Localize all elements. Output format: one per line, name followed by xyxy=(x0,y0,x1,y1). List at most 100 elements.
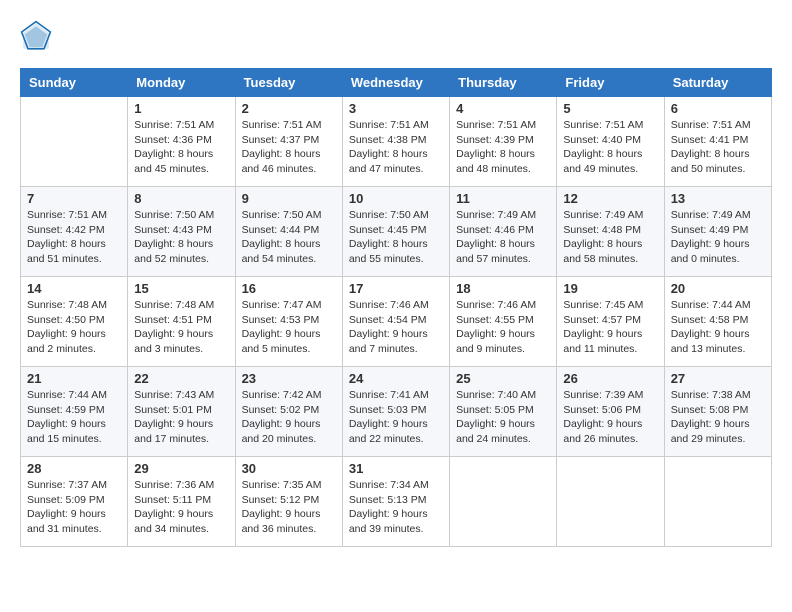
calendar-cell: 25 Sunrise: 7:40 AM Sunset: 5:05 PM Dayli… xyxy=(450,367,557,457)
week-row-5: 28Sunrise: 7:37 AM Sunset: 5:09 PM Dayli… xyxy=(21,457,772,547)
day-number: 21 xyxy=(27,371,121,386)
day-info: Sunrise: 7:51 AM Sunset: 4:40 PM Dayligh… xyxy=(563,118,657,177)
day-number: 19 xyxy=(563,281,657,296)
calendar-cell: 27Sunrise: 7:38 AM Sunset: 5:08 PM Dayli… xyxy=(664,367,771,457)
calendar-cell: 3 Sunrise: 7:51 AM Sunset: 4:38 PM Daylig… xyxy=(342,97,449,187)
day-info: Sunrise: 7:37 AM Sunset: 5:09 PM Dayligh… xyxy=(27,478,121,537)
day-number: 14 xyxy=(27,281,121,296)
week-row-3: 14 Sunrise: 7:48 AM Sunset: 4:50 PM Dayli… xyxy=(21,277,772,367)
day-info: Sunrise: 7:41 AM Sunset: 5:03 PM Dayligh… xyxy=(349,388,443,447)
day-number: 4 xyxy=(456,101,550,116)
calendar-cell: 22 Sunrise: 7:43 AM Sunset: 5:01 PM Dayli… xyxy=(128,367,235,457)
day-number: 12 xyxy=(563,191,657,206)
calendar-cell: 12Sunrise: 7:49 AM Sunset: 4:48 PM Dayli… xyxy=(557,187,664,277)
calendar-cell: 29 Sunrise: 7:36 AM Sunset: 5:11 PM Dayli… xyxy=(128,457,235,547)
day-number: 31 xyxy=(349,461,443,476)
day-info: Sunrise: 7:48 AM Sunset: 4:50 PM Dayligh… xyxy=(27,298,121,357)
weekday-header-saturday: Saturday xyxy=(664,69,771,97)
weekday-header-monday: Monday xyxy=(128,69,235,97)
day-info: Sunrise: 7:51 AM Sunset: 4:38 PM Dayligh… xyxy=(349,118,443,177)
calendar-cell: 31Sunrise: 7:34 AM Sunset: 5:13 PM Dayli… xyxy=(342,457,449,547)
day-number: 13 xyxy=(671,191,765,206)
week-row-2: 7 Sunrise: 7:51 AM Sunset: 4:42 PM Daylig… xyxy=(21,187,772,277)
day-info: Sunrise: 7:51 AM Sunset: 4:42 PM Dayligh… xyxy=(27,208,121,267)
calendar-cell: 19 Sunrise: 7:45 AM Sunset: 4:57 PM Dayli… xyxy=(557,277,664,367)
day-info: Sunrise: 7:50 AM Sunset: 4:45 PM Dayligh… xyxy=(349,208,443,267)
calendar-cell: 16 Sunrise: 7:47 AM Sunset: 4:53 PM Dayli… xyxy=(235,277,342,367)
day-info: Sunrise: 7:49 AM Sunset: 4:46 PM Dayligh… xyxy=(456,208,550,267)
calendar-cell: 23 Sunrise: 7:42 AM Sunset: 5:02 PM Dayli… xyxy=(235,367,342,457)
day-info: Sunrise: 7:45 AM Sunset: 4:57 PM Dayligh… xyxy=(563,298,657,357)
calendar-cell: 15 Sunrise: 7:48 AM Sunset: 4:51 PM Dayli… xyxy=(128,277,235,367)
day-number: 15 xyxy=(134,281,228,296)
day-number: 5 xyxy=(563,101,657,116)
calendar-cell: 5 Sunrise: 7:51 AM Sunset: 4:40 PM Daylig… xyxy=(557,97,664,187)
calendar-cell: 6 Sunrise: 7:51 AM Sunset: 4:41 PM Daylig… xyxy=(664,97,771,187)
day-number: 22 xyxy=(134,371,228,386)
day-info: Sunrise: 7:50 AM Sunset: 4:43 PM Dayligh… xyxy=(134,208,228,267)
day-number: 3 xyxy=(349,101,443,116)
logo-icon xyxy=(20,20,52,52)
day-number: 23 xyxy=(242,371,336,386)
day-info: Sunrise: 7:43 AM Sunset: 5:01 PM Dayligh… xyxy=(134,388,228,447)
day-number: 29 xyxy=(134,461,228,476)
week-row-4: 21 Sunrise: 7:44 AM Sunset: 4:59 PM Dayli… xyxy=(21,367,772,457)
day-number: 2 xyxy=(242,101,336,116)
weekday-header-thursday: Thursday xyxy=(450,69,557,97)
day-info: Sunrise: 7:35 AM Sunset: 5:12 PM Dayligh… xyxy=(242,478,336,537)
calendar-cell xyxy=(21,97,128,187)
day-number: 17 xyxy=(349,281,443,296)
calendar-cell: 11 Sunrise: 7:49 AM Sunset: 4:46 PM Dayli… xyxy=(450,187,557,277)
day-info: Sunrise: 7:47 AM Sunset: 4:53 PM Dayligh… xyxy=(242,298,336,357)
day-number: 18 xyxy=(456,281,550,296)
weekday-header-friday: Friday xyxy=(557,69,664,97)
day-number: 8 xyxy=(134,191,228,206)
calendar-cell: 14 Sunrise: 7:48 AM Sunset: 4:50 PM Dayli… xyxy=(21,277,128,367)
day-number: 27 xyxy=(671,371,765,386)
day-info: Sunrise: 7:39 AM Sunset: 5:06 PM Dayligh… xyxy=(563,388,657,447)
calendar-cell: 7 Sunrise: 7:51 AM Sunset: 4:42 PM Daylig… xyxy=(21,187,128,277)
day-number: 10 xyxy=(349,191,443,206)
day-info: Sunrise: 7:51 AM Sunset: 4:36 PM Dayligh… xyxy=(134,118,228,177)
calendar-cell: 18 Sunrise: 7:46 AM Sunset: 4:55 PM Dayli… xyxy=(450,277,557,367)
logo xyxy=(20,20,56,52)
day-info: Sunrise: 7:36 AM Sunset: 5:11 PM Dayligh… xyxy=(134,478,228,537)
day-number: 7 xyxy=(27,191,121,206)
weekday-header-sunday: Sunday xyxy=(21,69,128,97)
calendar-cell: 10 Sunrise: 7:50 AM Sunset: 4:45 PM Dayli… xyxy=(342,187,449,277)
day-number: 30 xyxy=(242,461,336,476)
calendar-cell: 20 Sunrise: 7:44 AM Sunset: 4:58 PM Dayli… xyxy=(664,277,771,367)
day-info: Sunrise: 7:51 AM Sunset: 4:39 PM Dayligh… xyxy=(456,118,550,177)
day-info: Sunrise: 7:44 AM Sunset: 4:58 PM Dayligh… xyxy=(671,298,765,357)
day-number: 6 xyxy=(671,101,765,116)
calendar-cell xyxy=(557,457,664,547)
day-number: 16 xyxy=(242,281,336,296)
calendar-cell: 13 Sunrise: 7:49 AM Sunset: 4:49 PM Dayli… xyxy=(664,187,771,277)
calendar-cell xyxy=(664,457,771,547)
day-number: 25 xyxy=(456,371,550,386)
calendar-cell: 8 Sunrise: 7:50 AM Sunset: 4:43 PM Daylig… xyxy=(128,187,235,277)
day-info: Sunrise: 7:49 AM Sunset: 4:49 PM Dayligh… xyxy=(671,208,765,267)
day-number: 1 xyxy=(134,101,228,116)
day-info: Sunrise: 7:42 AM Sunset: 5:02 PM Dayligh… xyxy=(242,388,336,447)
calendar-cell: 1 Sunrise: 7:51 AM Sunset: 4:36 PM Daylig… xyxy=(128,97,235,187)
day-info: Sunrise: 7:48 AM Sunset: 4:51 PM Dayligh… xyxy=(134,298,228,357)
week-row-1: 1 Sunrise: 7:51 AM Sunset: 4:36 PM Daylig… xyxy=(21,97,772,187)
calendar-cell: 9Sunrise: 7:50 AM Sunset: 4:44 PM Daylig… xyxy=(235,187,342,277)
day-info: Sunrise: 7:51 AM Sunset: 4:41 PM Dayligh… xyxy=(671,118,765,177)
day-number: 24 xyxy=(349,371,443,386)
day-number: 26 xyxy=(563,371,657,386)
calendar-cell: 21 Sunrise: 7:44 AM Sunset: 4:59 PM Dayli… xyxy=(21,367,128,457)
day-number: 11 xyxy=(456,191,550,206)
calendar-cell: 4 Sunrise: 7:51 AM Sunset: 4:39 PM Daylig… xyxy=(450,97,557,187)
day-info: Sunrise: 7:46 AM Sunset: 4:54 PM Dayligh… xyxy=(349,298,443,357)
day-info: Sunrise: 7:46 AM Sunset: 4:55 PM Dayligh… xyxy=(456,298,550,357)
day-number: 20 xyxy=(671,281,765,296)
calendar-cell: 17 Sunrise: 7:46 AM Sunset: 4:54 PM Dayli… xyxy=(342,277,449,367)
day-number: 9 xyxy=(242,191,336,206)
calendar-cell: 24 Sunrise: 7:41 AM Sunset: 5:03 PM Dayli… xyxy=(342,367,449,457)
weekday-header-tuesday: Tuesday xyxy=(235,69,342,97)
day-info: Sunrise: 7:44 AM Sunset: 4:59 PM Dayligh… xyxy=(27,388,121,447)
day-info: Sunrise: 7:40 AM Sunset: 5:05 PM Dayligh… xyxy=(456,388,550,447)
weekday-header-row: SundayMondayTuesdayWednesdayThursdayFrid… xyxy=(21,69,772,97)
